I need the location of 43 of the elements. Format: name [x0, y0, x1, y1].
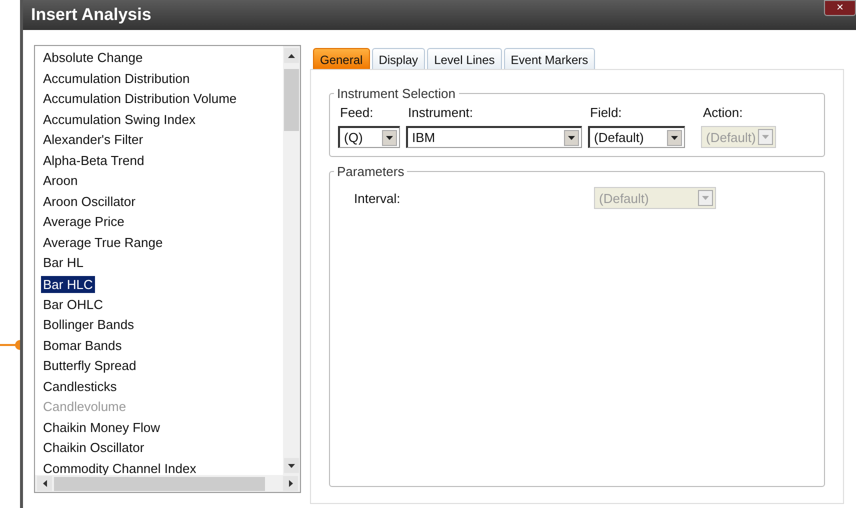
- field-label: Instrument:: [407, 105, 474, 120]
- field-label: Feed:: [339, 105, 374, 120]
- scrollbar-thumb[interactable]: [284, 69, 299, 131]
- tab[interactable]: Display: [372, 48, 426, 69]
- list-item[interactable]: Absolute Change: [41, 48, 145, 68]
- field-label: Interval:: [353, 190, 402, 206]
- list-item[interactable]: Accumulation Distribution Volume: [41, 89, 239, 110]
- list-item[interactable]: Bar HLC: [41, 276, 95, 292]
- window-title: Insert Analysis: [31, 5, 152, 25]
- scroll-up-icon[interactable]: [284, 48, 299, 63]
- scroll-right-icon[interactable]: [283, 476, 298, 491]
- list-item[interactable]: Chaikin Money Flow: [41, 418, 162, 438]
- list-item[interactable]: Aroon: [41, 171, 80, 192]
- dropdown[interactable]: (Q): [338, 126, 400, 148]
- group-title: Instrument Selection: [336, 86, 457, 101]
- list-item[interactable]: Candlesticks: [41, 376, 119, 397]
- scroll-down-icon[interactable]: [284, 458, 299, 473]
- scroll-left-icon[interactable]: [37, 476, 52, 491]
- list-item[interactable]: Bar OHLC: [41, 294, 105, 315]
- field-label: Field:: [589, 105, 623, 120]
- tab[interactable]: Level Lines: [427, 48, 502, 69]
- list-item[interactable]: Bollinger Bands: [41, 315, 136, 336]
- dropdown[interactable]: (Default): [588, 126, 685, 148]
- list-item[interactable]: Accumulation Swing Index: [41, 110, 198, 130]
- tab[interactable]: Event Markers: [504, 48, 596, 69]
- field-label: Action:: [702, 105, 744, 120]
- dropdown[interactable]: IBM: [406, 126, 582, 148]
- list-item[interactable]: Commodity Channel Index: [41, 458, 198, 475]
- scrollbar-thumb[interactable]: [54, 476, 265, 490]
- list-item[interactable]: Alexander's Filter: [41, 130, 146, 150]
- list-item[interactable]: Aroon Oscillator: [41, 192, 138, 212]
- analysis-list[interactable]: [34, 45, 301, 493]
- list-item[interactable]: Average True Range: [41, 232, 165, 253]
- close-button[interactable]: ×: [824, 0, 856, 16]
- list-item[interactable]: Accumulation Distribution: [41, 68, 192, 89]
- list-item[interactable]: Bar HL: [41, 253, 86, 274]
- list-item[interactable]: Average Price: [41, 212, 126, 232]
- list-item[interactable]: Alpha-Beta Trend: [41, 150, 146, 171]
- list-item[interactable]: Bomar Bands: [41, 336, 124, 356]
- tab[interactable]: General: [313, 48, 370, 69]
- list-item[interactable]: Butterfly Spread: [41, 356, 138, 376]
- list-item[interactable]: Chaikin Oscillator: [41, 438, 146, 458]
- group-title: Parameters: [336, 164, 406, 179]
